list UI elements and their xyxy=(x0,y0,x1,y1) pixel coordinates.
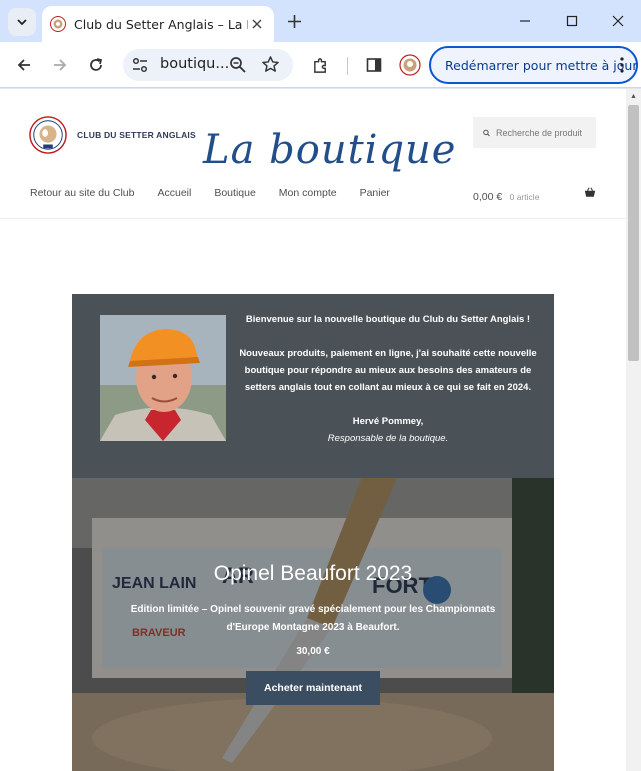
bookmark-star-icon[interactable] xyxy=(261,55,280,74)
site-title: La boutique xyxy=(203,127,457,173)
reload-icon xyxy=(90,58,103,71)
welcome-section: Bienvenue sur la nouvelle boutique du Cl… xyxy=(72,294,554,478)
more-vertical-icon xyxy=(620,57,624,73)
welcome-role: Responsable de la boutique. xyxy=(327,433,449,444)
scrollbar-thumb[interactable] xyxy=(628,105,639,361)
profile-avatar[interactable] xyxy=(399,54,421,76)
arrow-right-icon xyxy=(54,59,67,71)
back-button[interactable] xyxy=(9,50,39,80)
toolbar-separator xyxy=(347,57,348,75)
site-header: CLUB DU SETTER ANGLAIS La boutique Retou… xyxy=(0,89,626,219)
close-window-button[interactable] xyxy=(598,6,638,36)
search-input[interactable] xyxy=(496,127,596,138)
url-text[interactable]: boutiqu... xyxy=(160,56,229,72)
update-button-label: Redémarrer pour mettre à jour xyxy=(445,57,638,73)
minimize-button[interactable] xyxy=(505,6,545,36)
cart-count: 0 article xyxy=(509,192,540,202)
active-tab[interactable]: Club du Setter Anglais – La Boutique xyxy=(42,6,274,42)
page-viewport: CLUB DU SETTER ANGLAIS La boutique Retou… xyxy=(0,89,641,771)
nav-link-cart[interactable]: Panier xyxy=(360,187,390,199)
hero-product-description: Edition limitée – Opinel souvenir gravé … xyxy=(112,601,514,637)
chevron-down-icon xyxy=(17,19,27,26)
browser-toolbar: boutiqu... Redémarrer pour mettre à jour xyxy=(0,42,641,88)
nav-link-club-site[interactable]: Retour au site du Club xyxy=(30,187,134,199)
address-bar[interactable]: boutiqu... xyxy=(123,49,293,81)
welcome-message: Bienvenue sur la nouvelle boutique du Cl… xyxy=(232,311,544,447)
manager-portrait xyxy=(100,315,226,441)
maximize-icon xyxy=(566,15,578,27)
tab-title: Club du Setter Anglais – La Boutique xyxy=(74,16,248,32)
hero-description-line: d'Europe Montagne 2023 à Beaufort. xyxy=(226,622,400,633)
welcome-body-line: boutique pour répondre au mieux aux beso… xyxy=(244,365,532,376)
nav-link-account[interactable]: Mon compte xyxy=(279,187,337,199)
hero-product-price: 30,00 € xyxy=(296,646,330,657)
new-tab-button[interactable] xyxy=(283,10,305,32)
cart-amount: 0,00 € xyxy=(473,191,503,203)
welcome-heading: Bienvenue sur la nouvelle boutique du Cl… xyxy=(245,314,531,325)
maximize-button[interactable] xyxy=(552,6,592,36)
reload-button[interactable] xyxy=(81,50,111,80)
close-tab-icon[interactable] xyxy=(248,15,266,33)
club-favicon-icon xyxy=(50,16,66,32)
club-logo[interactable] xyxy=(29,116,67,154)
restart-to-update-button[interactable]: Redémarrer pour mettre à jour xyxy=(429,46,638,84)
welcome-body-line: Nouveaux produits, paiement en ligne, j'… xyxy=(239,348,537,359)
close-icon xyxy=(612,15,624,27)
hero-product-title[interactable]: Opinel Beaufort 2023 xyxy=(72,562,554,586)
tab-search-button[interactable] xyxy=(8,8,36,36)
product-search[interactable] xyxy=(473,117,596,148)
search-icon xyxy=(483,129,490,136)
puzzle-icon xyxy=(313,57,326,73)
buy-now-button[interactable]: Acheter maintenant xyxy=(246,671,380,705)
extensions-button[interactable] xyxy=(305,50,335,80)
minimize-icon xyxy=(520,20,530,22)
arrow-left-icon xyxy=(17,59,30,71)
scroll-up-arrow-icon[interactable]: ▲ xyxy=(626,89,641,104)
plus-icon xyxy=(287,14,301,28)
page-scrollbar[interactable]: ▲ xyxy=(626,89,641,771)
hero-description-line: Edition limitée – Opinel souvenir gravé … xyxy=(130,604,496,615)
welcome-signature: Hervé Pommey, xyxy=(352,416,424,427)
site-settings-icon[interactable] xyxy=(131,56,149,74)
main-navigation: Retour au site du Club Accueil Boutique … xyxy=(30,187,413,199)
header-cart[interactable]: 0,00 € 0 article xyxy=(473,187,596,203)
nav-link-home[interactable]: Accueil xyxy=(157,187,191,199)
side-panel-button[interactable] xyxy=(359,50,389,80)
side-panel-icon xyxy=(366,58,382,72)
welcome-body-line: setters anglais tout en collant au mieux… xyxy=(244,382,532,393)
featured-product-hero: AR FORT JEAN LAIN BRAVEUR Opinel Beaufor… xyxy=(72,478,554,771)
tab-strip: Club du Setter Anglais – La Boutique xyxy=(0,0,641,42)
zoom-icon[interactable] xyxy=(229,56,247,74)
forward-button[interactable] xyxy=(45,50,75,80)
basket-icon xyxy=(584,187,596,197)
nav-link-shop[interactable]: Boutique xyxy=(214,187,255,199)
site-name[interactable]: CLUB DU SETTER ANGLAIS xyxy=(77,130,196,140)
